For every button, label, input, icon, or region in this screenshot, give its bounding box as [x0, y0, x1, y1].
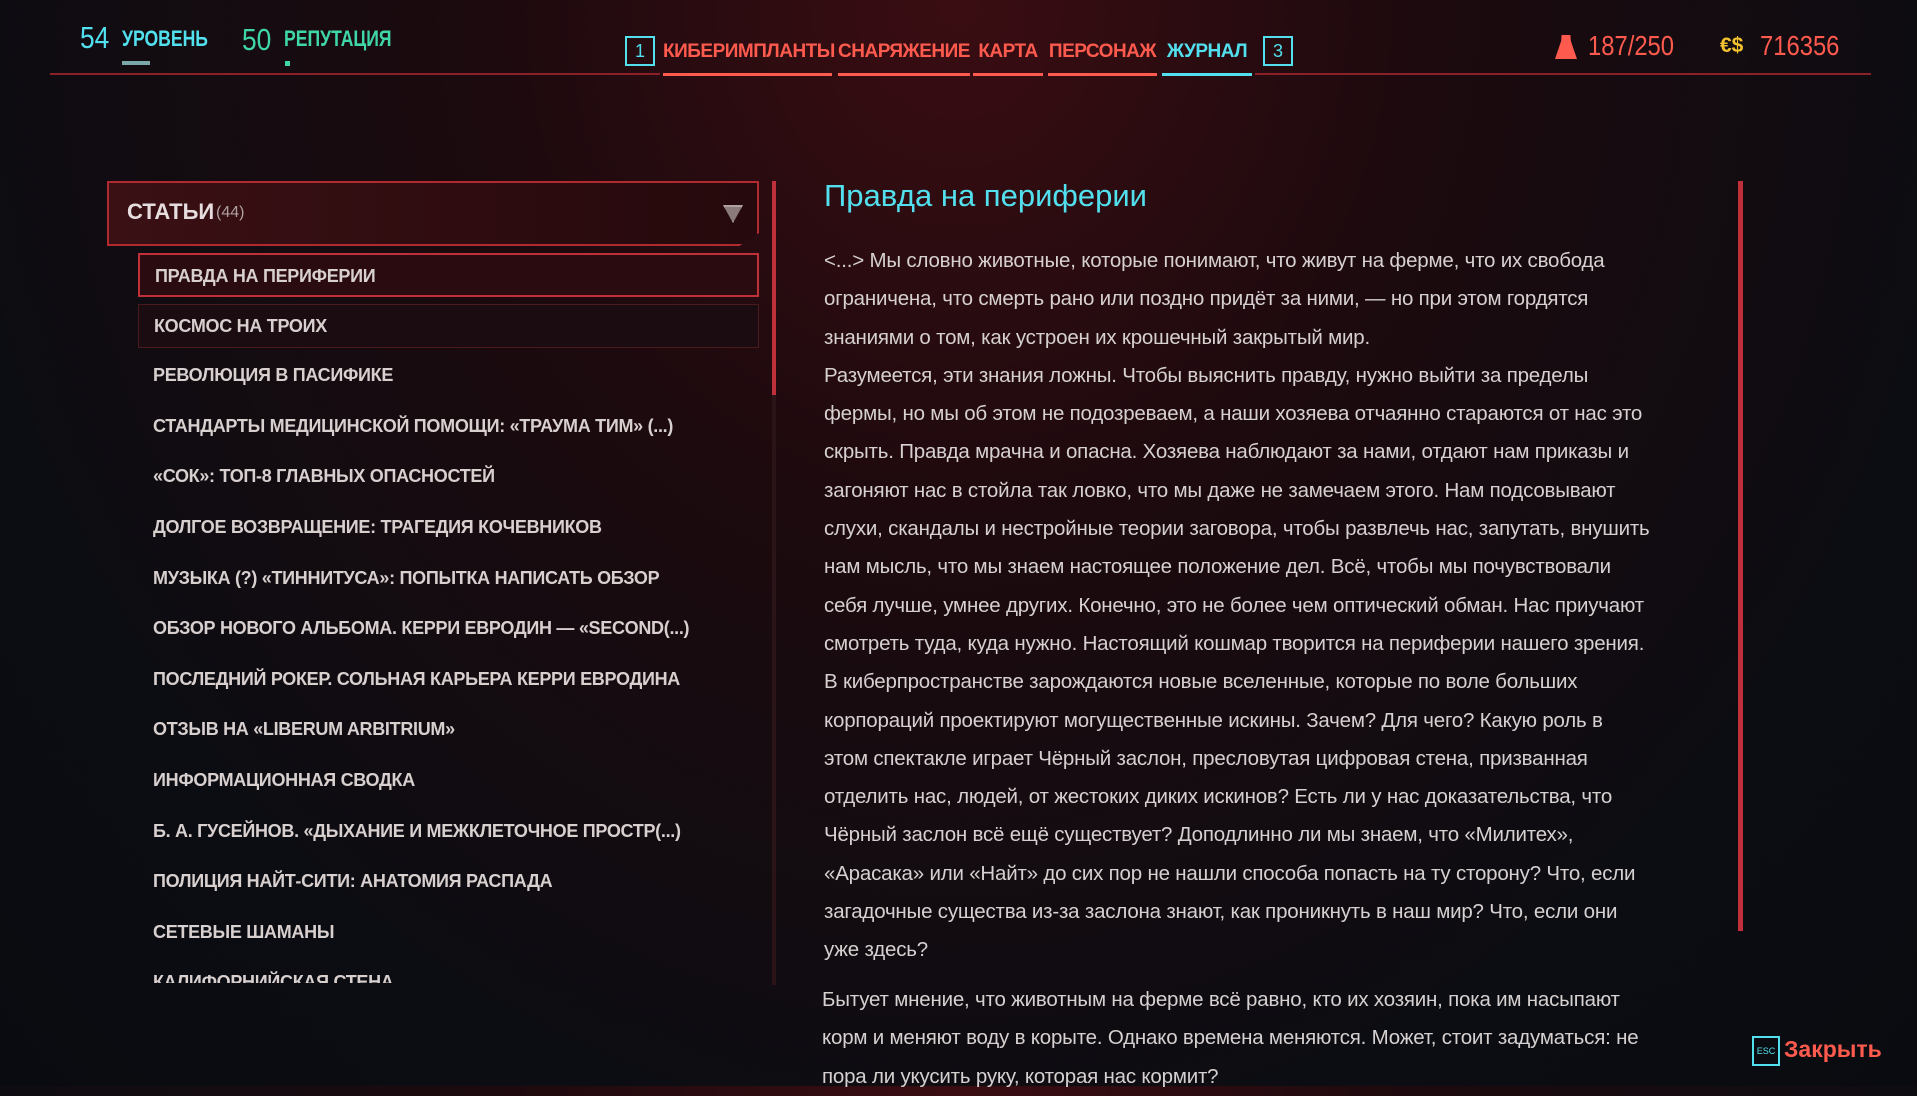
- article-list-item[interactable]: ПРАВДА НА ПЕРИФЕРИИ: [138, 253, 759, 297]
- level-progress: [122, 61, 150, 65]
- article-list-item[interactable]: ПОЛИЦИЯ НАЙТ-СИТИ: АНАТОМИЯ РАСПАДА: [138, 860, 759, 904]
- article-line: нам мысль, что мы знаем настоящее положе…: [824, 555, 1611, 579]
- reputation-progress: [285, 61, 290, 66]
- article-line: <...> Мы словно животные, которые понима…: [824, 249, 1605, 272]
- tab-cyberware[interactable]: КИБЕРИМПЛАНТЫ: [663, 36, 835, 76]
- article-line: скрыть. Правда мрачна и опасна. Хозяева …: [824, 440, 1629, 464]
- list-scrollbar[interactable]: [772, 181, 776, 395]
- article-line: корм и меняют воду в корыте. Однако врем…: [822, 1026, 1639, 1050]
- level-label: УРОВЕНЬ: [122, 26, 208, 51]
- article-body: <...> Мы словно животные, которые понима…: [824, 242, 1724, 970]
- article-line: пора ли укусить руку, которая нас кормит…: [822, 1064, 1219, 1088]
- article-line: ограничена, что смерть рано или поздно п…: [824, 287, 1589, 311]
- article-list-item[interactable]: КОСМОС НА ТРОИХ: [138, 303, 759, 348]
- tab-character[interactable]: ПЕРСОНАЖ: [1048, 36, 1157, 76]
- article-line: загоняют нас в стойла так ловко, что мы …: [824, 478, 1616, 502]
- list-scroll-track[interactable]: [772, 395, 776, 985]
- article-line: Чёрный заслон всё ещё существует? Доподл…: [824, 823, 1574, 847]
- reputation-value: 50: [242, 22, 272, 57]
- article-list-item[interactable]: РЕВОЛЮЦИЯ В ПАСИФИКЕ: [138, 354, 759, 398]
- article-list-item[interactable]: ОТЗЫВ НА «LIBERUM ARBITRIUM»: [138, 708, 759, 752]
- article-list-item[interactable]: Б. А. ГУСЕЙНОВ. «ДЫХАНИЕ И МЕЖКЛЕТОЧНОЕ …: [138, 810, 759, 854]
- level-value: 54: [80, 20, 110, 55]
- article-line: В киберпространстве зарождаются новые вс…: [824, 670, 1578, 694]
- article-line: знаниями о том, как устроен их крошечный…: [824, 325, 1370, 349]
- eurodollar-icon: €$: [1720, 34, 1744, 57]
- money-amount: 716356: [1760, 30, 1840, 61]
- tab-map[interactable]: КАРТА: [973, 36, 1043, 76]
- reputation-label: РЕПУТАЦИЯ: [284, 26, 392, 51]
- article-line: смотреть туда, куда нужно. Настоящий кош…: [824, 631, 1645, 655]
- article-line: фермы, но мы об этом не подозреваем, а н…: [824, 402, 1643, 426]
- tab-journal[interactable]: ЖУРНАЛ: [1162, 36, 1252, 76]
- esc-key[interactable]: ESC: [1752, 1036, 1780, 1066]
- carry-weight: 187/250: [1588, 30, 1675, 61]
- article-line: отделить нас, людей, от жестоких диких и…: [824, 785, 1613, 809]
- article-line: загадочные существа из-за заслона знают,…: [824, 900, 1618, 924]
- category-count: (44): [216, 204, 245, 221]
- header-divider: [1255, 73, 1871, 75]
- article-list-item[interactable]: СТАНДАРТЫ МЕДИЦИНСКОЙ ПОМОЩИ: «ТРАУМА ТИ…: [138, 405, 759, 449]
- article-title: Правда на периферии: [824, 178, 1148, 213]
- article-list-item[interactable]: «СОК»: ТОП-8 ГЛАВНЫХ ОПАСНОСТЕЙ: [138, 455, 759, 499]
- prev-tab-key[interactable]: 1: [625, 36, 655, 66]
- article-list-item[interactable]: ДОЛГОЕ ВОЗВРАЩЕНИЕ: ТРАГЕДИЯ КОЧЕВНИКОВ: [138, 506, 759, 550]
- article-line: уже здесь?: [824, 938, 928, 962]
- weight-icon: [1555, 35, 1577, 59]
- article-line: «Арасака» или «Найт» до сих пор не нашли…: [824, 861, 1636, 885]
- article-list-item[interactable]: КАЛИФОРНИЙСКАЯ СТЕНА: [138, 961, 759, 983]
- next-tab-key[interactable]: 3: [1263, 36, 1293, 66]
- article-list-item[interactable]: ПОСЛЕДНИЙ РОКЕР. СОЛЬНАЯ КАРЬЕРА КЕРРИ Е…: [138, 658, 759, 702]
- article-line: слухи, скандалы и нестройные теории заго…: [824, 517, 1650, 541]
- header-divider: [50, 73, 660, 75]
- tab-inventory[interactable]: СНАРЯЖЕНИЕ: [838, 36, 970, 76]
- article-line: себя лучше, умнее других. Конечно, это н…: [824, 593, 1644, 617]
- category-label: СТАТЬИ: [127, 199, 215, 224]
- article-list-item[interactable]: СЕТЕВЫЕ ШАМАНЫ: [138, 911, 759, 955]
- chevron-down-icon: [723, 205, 743, 223]
- article-line: Бытует мнение, что животным на ферме всё…: [822, 988, 1620, 1011]
- article-line: корпораций проектируют могущественные ис…: [824, 708, 1603, 732]
- article-list-item[interactable]: МУЗЫКА (?) «ТИННИТУСА»: ПОПЫТКА НАПИСАТЬ…: [138, 557, 759, 601]
- article-line: Разумеется, эти знания ложны. Чтобы выяс…: [824, 363, 1589, 387]
- article-body-continued: Бытует мнение, что животным на ферме всё…: [822, 981, 1722, 1096]
- article-line: этом спектакле играет Чёрный заслон, пре…: [824, 746, 1588, 770]
- article-list-item[interactable]: ИНФОРМАЦИОННАЯ СВОДКА: [138, 759, 759, 803]
- article-list-item[interactable]: ОБЗОР НОВОГО АЛЬБОМА. КЕРРИ ЕВРОДИН — «S…: [138, 607, 759, 651]
- category-dropdown[interactable]: СТАТЬИ (44): [107, 181, 759, 246]
- close-button[interactable]: Закрыть: [1784, 1036, 1882, 1063]
- article-scrollbar[interactable]: [1738, 181, 1743, 931]
